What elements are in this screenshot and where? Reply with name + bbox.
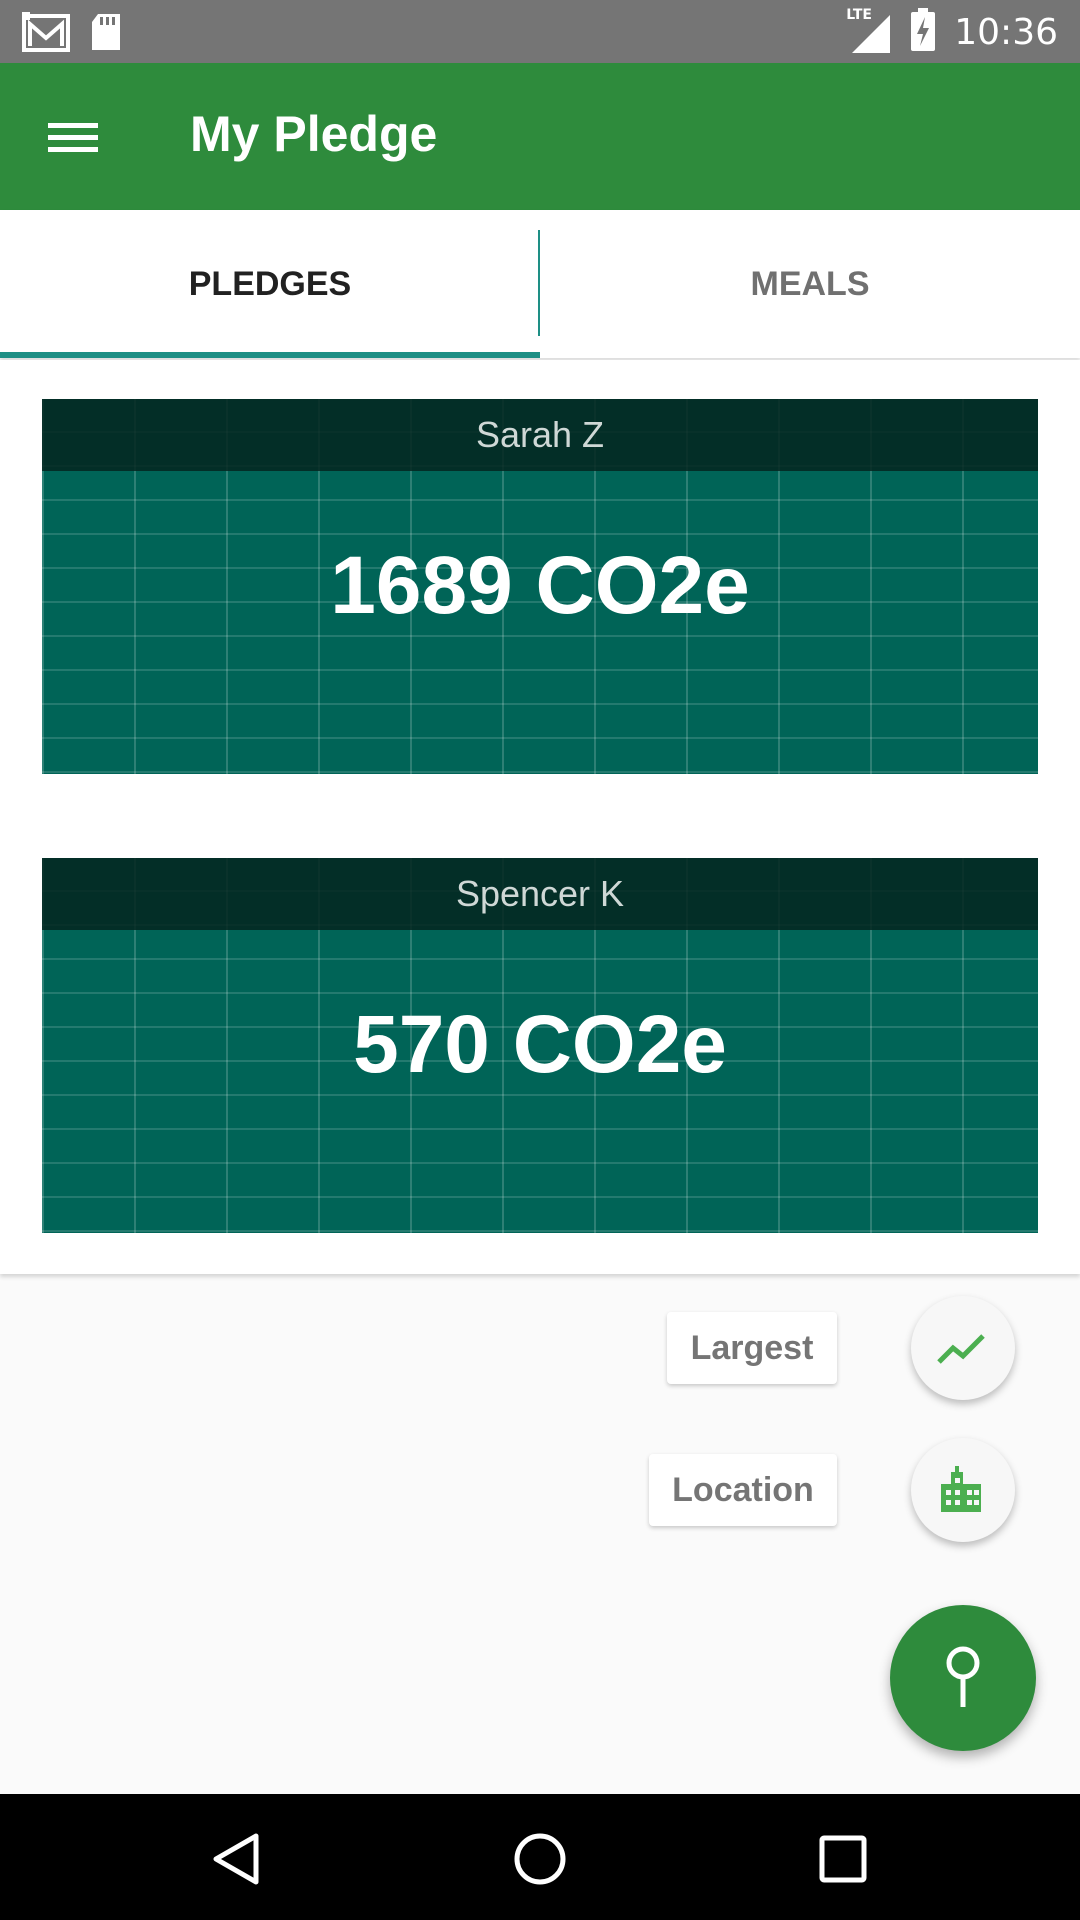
location-label[interactable]: Location	[649, 1454, 837, 1526]
trending-up-icon	[937, 1334, 985, 1364]
gmail-icon	[22, 12, 70, 56]
navigation-bar	[0, 1794, 1080, 1920]
status-time: 10:36	[954, 11, 1058, 53]
pledge-list: Sarah Z 1689 CO2e Spencer K 570 CO2e	[0, 360, 1080, 1274]
menu-button[interactable]	[36, 105, 108, 165]
sd-card-icon	[90, 12, 122, 56]
app-bar: My Pledge	[0, 63, 1080, 210]
city-icon	[941, 1466, 981, 1512]
pledge-card-spencer[interactable]: Spencer K 570 CO2e	[42, 858, 1038, 1233]
recents-icon	[819, 1835, 867, 1883]
status-bar: LTE 10:36	[0, 0, 1080, 63]
location-fab-button[interactable]	[911, 1438, 1015, 1542]
home-button[interactable]	[505, 1824, 575, 1894]
back-icon	[213, 1833, 259, 1885]
hamburger-menu-icon	[48, 123, 98, 152]
tab-meals[interactable]: MEALS	[540, 210, 1080, 358]
page-title: My Pledge	[190, 106, 438, 162]
tab-bar: PLEDGES MEALS	[0, 210, 1080, 358]
pin-icon	[946, 1646, 980, 1707]
largest-fab-button[interactable]	[911, 1296, 1015, 1400]
signal-icon: LTE	[844, 7, 892, 55]
battery-charging-icon	[910, 8, 936, 56]
home-icon	[514, 1833, 566, 1885]
main-fab-button[interactable]	[890, 1605, 1036, 1751]
tab-indicator	[0, 352, 540, 358]
recents-button[interactable]	[808, 1824, 878, 1894]
pledge-value: 570 CO2e	[353, 999, 727, 1090]
pledge-name: Sarah Z	[42, 399, 1038, 471]
largest-label[interactable]: Largest	[667, 1312, 837, 1384]
pledge-name: Spencer K	[42, 858, 1038, 930]
pledge-card-sarah[interactable]: Sarah Z 1689 CO2e	[42, 399, 1038, 774]
pledge-value: 1689 CO2e	[330, 540, 750, 631]
back-button[interactable]	[202, 1824, 272, 1894]
tab-pledges[interactable]: PLEDGES	[0, 210, 540, 358]
